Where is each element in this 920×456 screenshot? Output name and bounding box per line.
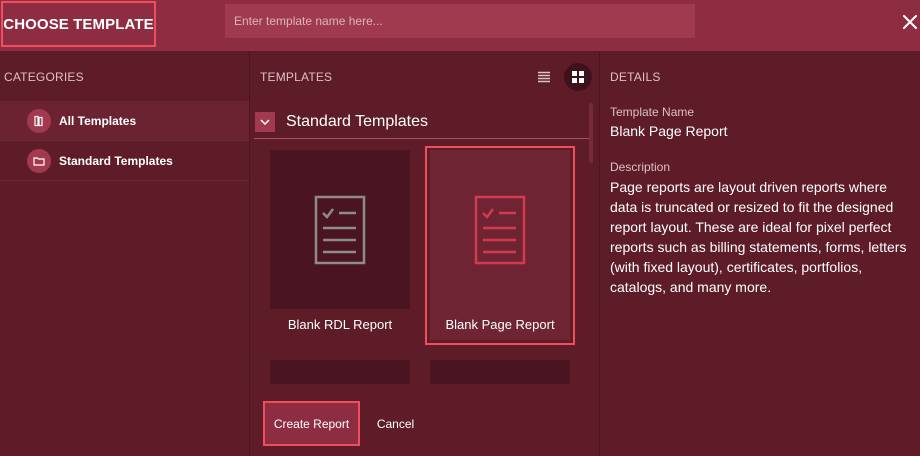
- report-document-icon: [314, 195, 366, 264]
- report-document-icon: [474, 195, 526, 264]
- template-thumbnail: [270, 150, 410, 309]
- chevron-down-icon: [260, 119, 270, 125]
- categories-heading: CATEGORIES: [4, 70, 84, 84]
- template-card-placeholder: [430, 360, 570, 384]
- template-card-label: Blank RDL Report: [287, 317, 393, 332]
- group-collapse-toggle[interactable]: [255, 112, 275, 132]
- templates-heading: TEMPLATES: [260, 70, 333, 84]
- close-icon: [903, 15, 917, 29]
- template-name-label: Template Name: [610, 105, 695, 119]
- folder-icon: [27, 148, 51, 173]
- template-card-placeholder: [270, 360, 410, 384]
- template-card-label: Blank Page Report: [445, 317, 555, 332]
- details-heading: DETAILS: [610, 70, 661, 84]
- book-icon: [27, 108, 51, 133]
- template-name-value: Blank Page Report: [610, 123, 728, 139]
- cancel-button[interactable]: Cancel: [368, 401, 423, 446]
- grid-view-icon: [572, 71, 584, 83]
- group-title: Standard Templates: [286, 113, 429, 130]
- close-button[interactable]: [899, 10, 920, 34]
- template-card-blank-page-report[interactable]: Blank Page Report: [430, 150, 570, 340]
- template-thumbnail: [430, 150, 570, 309]
- templates-panel: TEMPLATES Standard Templates Blank RDL R…: [250, 51, 599, 456]
- template-search-input[interactable]: [225, 4, 695, 38]
- dialog-title: CHOOSE TEMPLATE: [1, 1, 156, 47]
- create-report-button[interactable]: Create Report: [263, 401, 360, 446]
- template-group-header: Standard Templates: [254, 106, 590, 139]
- dialog-header: CHOOSE TEMPLATE: [0, 0, 920, 51]
- template-card-blank-rdl-report[interactable]: Blank RDL Report: [270, 150, 410, 340]
- category-all-templates[interactable]: All Templates: [0, 101, 249, 140]
- templates-scrollbar[interactable]: [589, 103, 593, 163]
- list-view-icon: [538, 71, 550, 83]
- category-divider: [0, 180, 249, 181]
- description-value: Page reports are layout driven reports w…: [610, 179, 907, 295]
- category-label: All Templates: [59, 113, 137, 128]
- category-label: Standard Templates: [59, 153, 173, 168]
- category-standard-templates[interactable]: Standard Templates: [0, 141, 249, 180]
- description-label: Description: [610, 160, 671, 174]
- grid-view-button[interactable]: [564, 63, 592, 91]
- categories-panel: CATEGORIES All Templates Standard Templa…: [0, 51, 249, 456]
- details-panel: DETAILS Template Name Blank Page Report …: [600, 51, 920, 456]
- list-view-button[interactable]: [530, 63, 558, 91]
